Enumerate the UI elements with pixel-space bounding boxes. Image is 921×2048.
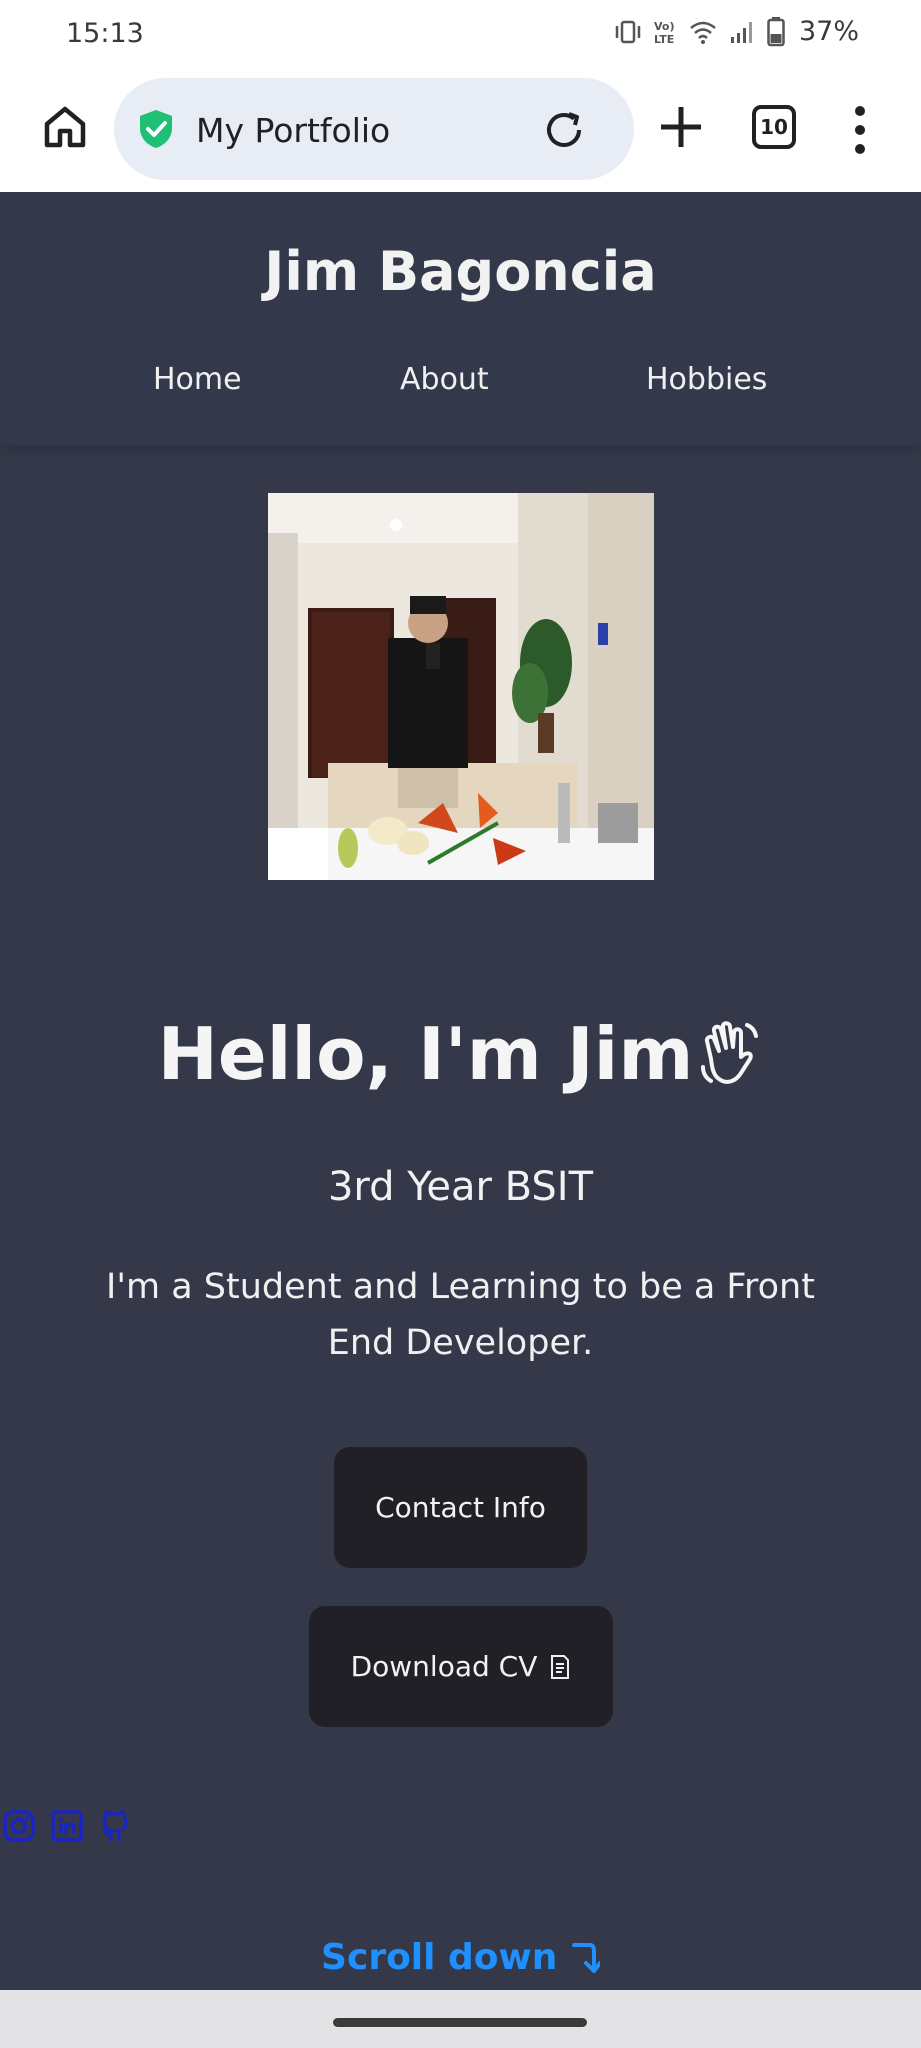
arrow-down-curved-icon [571, 1943, 602, 1973]
profile-photo [268, 493, 654, 880]
nav-about[interactable]: About [400, 362, 489, 397]
status-time: 15:13 [66, 18, 144, 49]
gesture-handle[interactable] [333, 2018, 587, 2027]
status-bar: 15:13 Vo) LTE 37% [0, 0, 921, 72]
site-name: Jim Bagoncia [264, 240, 657, 303]
home-icon [44, 106, 86, 148]
waving-hand-icon [701, 1021, 759, 1084]
year-level: 3rd Year BSIT [327, 1164, 594, 1210]
scroll-down-label: Scroll down [321, 1937, 558, 1978]
plus-icon [661, 107, 701, 147]
instagram-icon[interactable] [2, 1809, 36, 1843]
address-bar[interactable]: My Portfolio [114, 78, 634, 180]
contact-info-button[interactable]: Contact Info [334, 1447, 587, 1568]
web-page: Jim Bagoncia Home About Hobbies Hello, I… [0, 192, 921, 1990]
vibrate-icon [615, 20, 641, 43]
github-icon[interactable] [98, 1809, 132, 1843]
linkedin-icon[interactable] [50, 1809, 84, 1843]
download-cv-label: Download CV [350, 1650, 538, 1683]
battery-icon [767, 16, 785, 46]
contact-info-label: Contact Info [375, 1491, 546, 1524]
battery-percent: 37% [798, 16, 859, 47]
site-header: Jim Bagoncia Home About Hobbies [0, 192, 921, 445]
browser-toolbar: My Portfolio 10 [0, 72, 921, 192]
document-icon [551, 1654, 570, 1679]
site-nav: Home About Hobbies [0, 362, 921, 402]
scroll-down-link[interactable]: Scroll down [0, 1937, 921, 1978]
more-vert-icon[interactable] [848, 106, 872, 154]
svg-text:Vo): Vo) [654, 20, 675, 33]
shield-check-icon[interactable] [136, 108, 176, 150]
tab-switcher-button[interactable]: 10 [752, 105, 796, 149]
hero-greeting: Hello, I'm Jim [157, 1012, 694, 1096]
reload-icon[interactable] [542, 108, 586, 152]
tagline: I'm a Student and Learning to be a Front… [106, 1267, 815, 1363]
nav-hobbies[interactable]: Hobbies [646, 362, 767, 397]
hero-heading: Hello, I'm Jim [0, 1012, 921, 1096]
gesture-bar-area [0, 1990, 921, 2048]
new-tab-button[interactable] [656, 102, 706, 152]
svg-text:LTE: LTE [654, 33, 674, 45]
signal-icon [730, 21, 752, 43]
volte-icon: Vo) LTE [654, 20, 675, 45]
status-icons: Vo) LTE 37% [613, 16, 859, 47]
home-button[interactable] [40, 102, 90, 152]
nav-home[interactable]: Home [153, 362, 242, 397]
download-cv-button[interactable]: Download CV [309, 1606, 613, 1727]
wifi-icon [690, 21, 716, 44]
social-links [2, 1809, 132, 1843]
page-title: My Portfolio [196, 111, 391, 150]
